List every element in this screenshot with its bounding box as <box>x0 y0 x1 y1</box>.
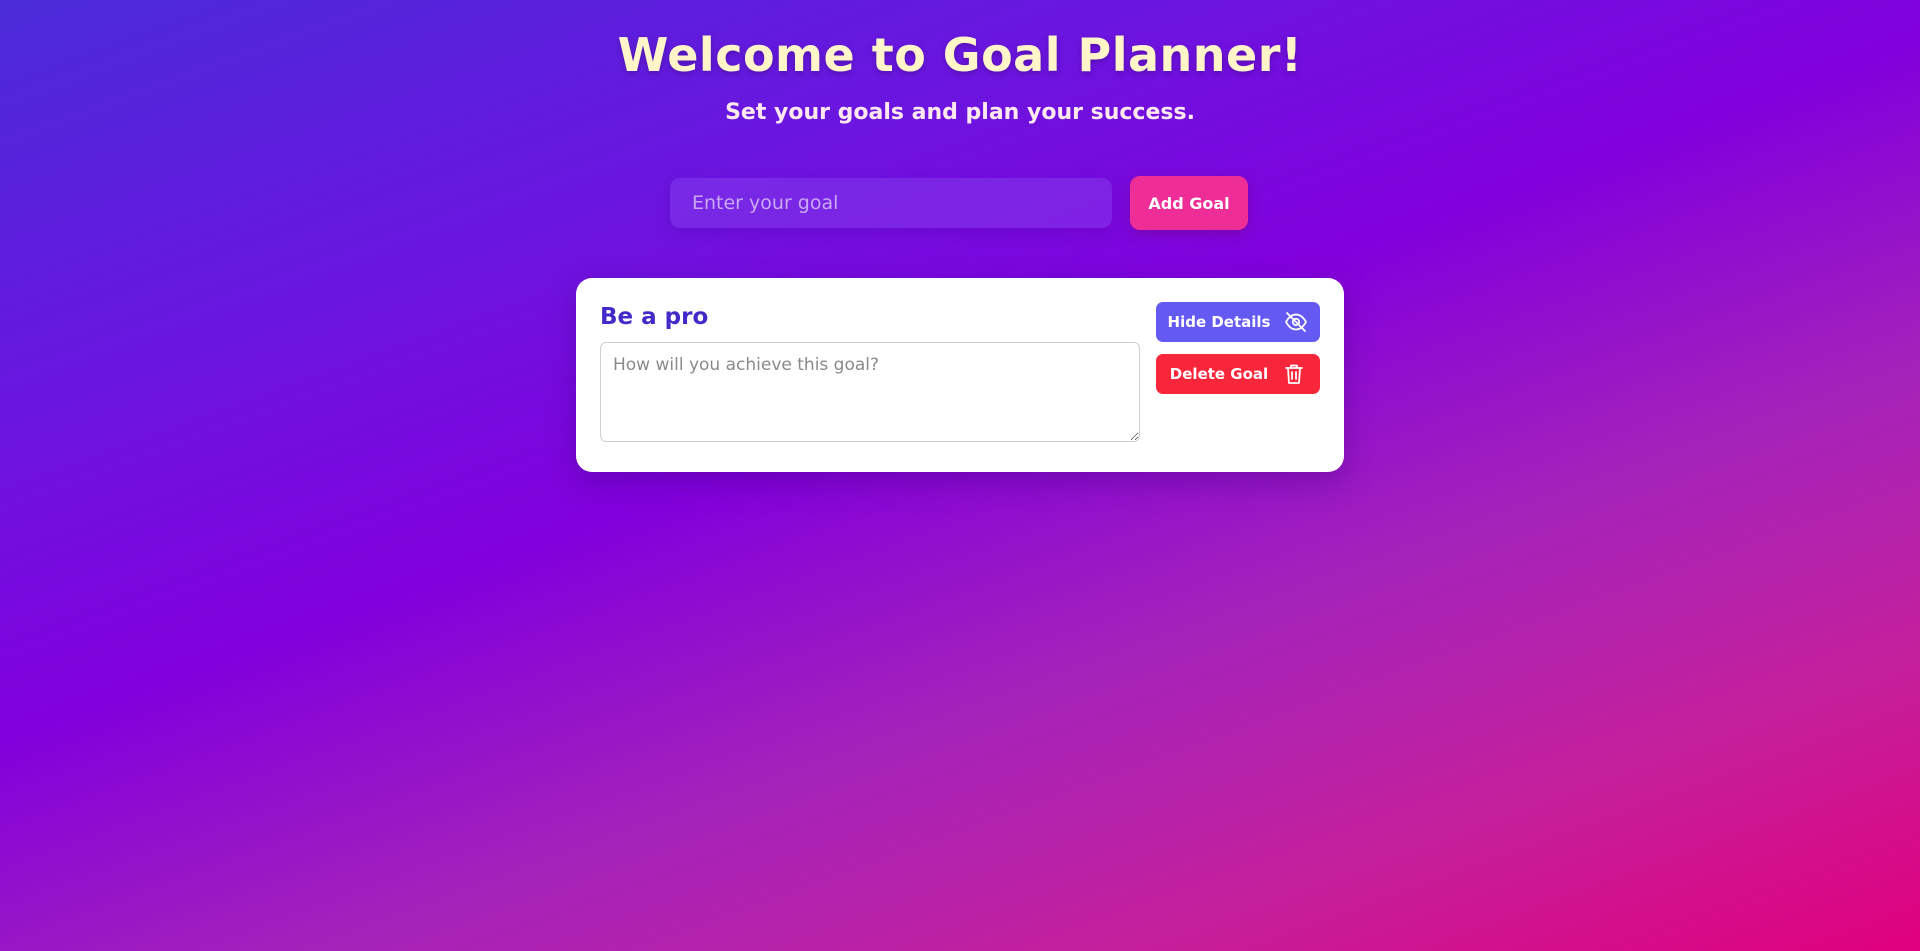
eye-off-icon <box>1284 310 1308 334</box>
add-goal-form: Add Goal <box>670 176 1248 230</box>
page-header: Welcome to Goal Planner! Set your goals … <box>0 28 1920 125</box>
goal-card: Be a pro Hide Details Delete Goal <box>576 278 1344 472</box>
page-subtitle: Set your goals and plan your success. <box>725 100 1195 125</box>
hide-details-label: Hide Details <box>1167 313 1271 331</box>
goal-input[interactable] <box>670 178 1112 228</box>
trash-icon <box>1282 362 1306 386</box>
hide-details-button[interactable]: Hide Details <box>1156 302 1320 342</box>
goal-plan-textarea[interactable] <box>600 342 1140 442</box>
goal-title: Be a pro <box>600 304 709 330</box>
delete-goal-label: Delete Goal <box>1169 365 1269 383</box>
goal-planner-page: { "header": { "title": "Welcome to Goal … <box>0 0 1920 951</box>
delete-goal-button[interactable]: Delete Goal <box>1156 354 1320 394</box>
page-title: Welcome to Goal Planner! <box>617 28 1303 82</box>
add-goal-button[interactable]: Add Goal <box>1130 176 1248 230</box>
